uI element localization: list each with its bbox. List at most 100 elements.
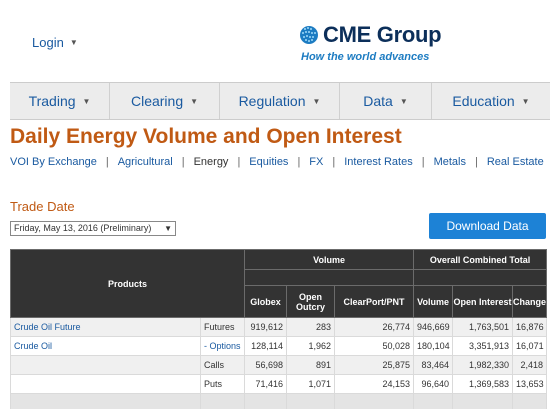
product-cell: Crude Oil	[10, 336, 201, 356]
change-cell: 16,876	[512, 317, 548, 337]
table-row: Crude Oil Future Futures 919,612 283 26,…	[10, 317, 548, 337]
type-cell: - Options	[199, 336, 246, 356]
globex-cell: 128,114	[244, 336, 288, 356]
link-energy: Energy	[193, 156, 229, 168]
nav-item-data[interactable]: Data ▼	[340, 83, 432, 119]
chevron-down-icon: ▼	[312, 96, 321, 106]
link-voi-by-exchange[interactable]: VOI By Exchange	[10, 156, 97, 168]
chevron-down-icon: ▼	[82, 96, 91, 106]
asset-class-links: VOI By Exchange | Agricultural | Energy | Equi…	[10, 156, 550, 168]
globe-icon	[300, 26, 318, 44]
login-menu[interactable]: Login ▼	[32, 35, 78, 50]
link-separator: |	[237, 156, 241, 168]
globex-cell: 71,416	[244, 374, 288, 394]
header-change: Change	[512, 285, 548, 318]
volume-cell: 83,464	[413, 355, 454, 375]
table-row: Calls 56,698 891 25,875 83,464 1,982,330…	[10, 355, 548, 375]
globex-cell: 919,612	[244, 317, 288, 337]
nav-label: Clearing	[130, 93, 184, 109]
chevron-down-icon: ▼	[69, 38, 78, 47]
link-metals[interactable]: Metals	[434, 156, 466, 168]
link-fx[interactable]: FX	[309, 156, 323, 168]
outcry-cell: 1,071	[286, 374, 336, 394]
outcry-cell: 891	[286, 355, 336, 375]
empty-cell	[413, 393, 454, 409]
header-volume: Volume	[413, 285, 454, 318]
change-cell: 13,653	[512, 374, 548, 394]
volume-cell: 96,640	[413, 374, 454, 394]
oi-cell: 1,369,583	[452, 374, 514, 394]
header-open-interest: Open Interest	[452, 285, 514, 318]
trade-date-select[interactable]: Friday, May 13, 2016 (Preliminary) ▼	[10, 221, 176, 236]
chevron-down-icon: ▼	[521, 96, 530, 106]
product-link[interactable]: Crude Oil	[14, 341, 52, 351]
change-cell: 16,071	[512, 336, 548, 356]
link-equities[interactable]: Equities	[249, 156, 288, 168]
nav-item-regulation[interactable]: Regulation ▼	[220, 83, 340, 119]
nav-item-education[interactable]: Education ▼	[432, 83, 550, 119]
type-cell: Calls	[199, 355, 246, 375]
clearport-cell: 25,875	[334, 355, 415, 375]
header-oi-group: Overall Combined Total	[413, 249, 548, 270]
nav-label: Regulation	[238, 93, 306, 109]
empty-cell	[452, 393, 514, 409]
logo-tagline: How the world advances	[301, 51, 430, 63]
cme-logo[interactable]: CME Group How the world advances	[299, 22, 442, 63]
volume-cell: 946,669	[413, 317, 454, 337]
nav-label: Data	[363, 93, 393, 109]
nav-item-clearing[interactable]: Clearing ▼	[110, 83, 220, 119]
chevron-down-icon: ▼	[399, 96, 408, 106]
link-separator: |	[181, 156, 185, 168]
outcry-cell: 1,962	[286, 336, 336, 356]
empty-cell	[199, 393, 246, 409]
header-spacer	[413, 269, 548, 286]
oi-cell: 1,763,501	[452, 317, 514, 337]
empty-cell	[286, 393, 336, 409]
link-agricultural[interactable]: Agricultural	[118, 156, 173, 168]
type-cell: Puts	[199, 374, 246, 394]
product-cell	[10, 374, 201, 394]
page-title: Daily Energy Volume and Open Interest	[10, 125, 402, 148]
link-separator: |	[297, 156, 301, 168]
outcry-cell: 283	[286, 317, 336, 337]
clearport-cell: 26,774	[334, 317, 415, 337]
header-spacer	[244, 269, 415, 286]
empty-cell	[244, 393, 288, 409]
table-row: Crude Oil - Options 128,114 1,962 50,028…	[10, 336, 548, 356]
link-separator: |	[421, 156, 425, 168]
chevron-down-icon: ▼	[190, 96, 199, 106]
main-nav: Trading ▼ Clearing ▼ Regulation ▼ Data ▼ Edu…	[10, 82, 550, 120]
header-clearport: ClearPort/PNT	[334, 285, 415, 318]
clearport-cell: 50,028	[334, 336, 415, 356]
header-products: Products	[9, 249, 246, 318]
link-separator: |	[105, 156, 109, 168]
trade-date-label: Trade Date	[10, 199, 75, 214]
nav-label: Education	[452, 93, 515, 109]
link-interest-rates[interactable]: Interest Rates	[344, 156, 412, 168]
link-separator: |	[332, 156, 336, 168]
oi-cell: 1,982,330	[452, 355, 514, 375]
type-cell: Futures	[199, 317, 246, 337]
nav-label: Trading	[28, 93, 76, 109]
options-link[interactable]: - Options	[204, 341, 241, 351]
volume-cell: 180,104	[413, 336, 454, 356]
product-link[interactable]: Crude Oil Future	[14, 322, 81, 332]
product-cell: Crude Oil Future	[10, 317, 201, 337]
link-real-estate[interactable]: Real Estate	[487, 156, 544, 168]
download-data-button[interactable]: Download Data	[429, 213, 546, 239]
trade-date-value: Friday, May 13, 2016 (Preliminary)	[14, 223, 152, 233]
header-globex: Globex	[244, 285, 288, 318]
dropdown-arrow-icon: ▼	[164, 224, 172, 233]
logo-brand: CME Group	[323, 22, 442, 47]
empty-cell	[10, 393, 201, 409]
change-cell: 2,418	[512, 355, 548, 375]
table-row	[10, 393, 548, 409]
globex-cell: 56,698	[244, 355, 288, 375]
clearport-cell: 24,153	[334, 374, 415, 394]
empty-cell	[512, 393, 548, 409]
header-open-outcry: Open Outcry	[286, 285, 336, 318]
volume-oi-table: Products Volume Overall Combined Total G…	[9, 249, 548, 409]
link-separator: |	[474, 156, 478, 168]
empty-cell	[334, 393, 415, 409]
nav-item-trading[interactable]: Trading ▼	[10, 83, 110, 119]
